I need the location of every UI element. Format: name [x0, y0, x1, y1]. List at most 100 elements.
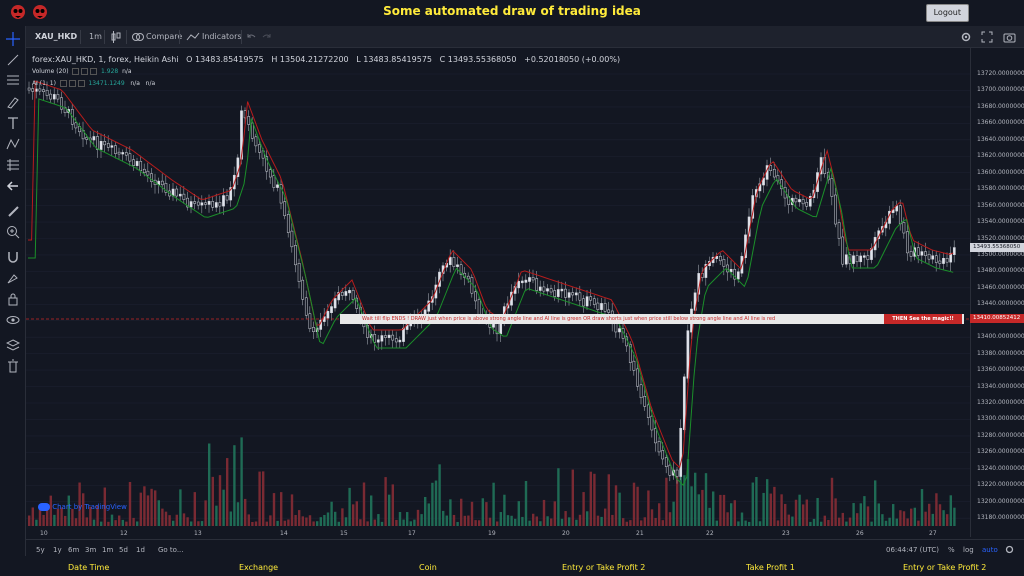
candle-body — [218, 202, 222, 207]
candle-body — [722, 259, 726, 267]
time-tick-label: 12 — [120, 530, 128, 537]
range-1d[interactable]: 1d — [136, 546, 145, 554]
fullscreen-icon[interactable] — [981, 31, 993, 43]
candle-body — [801, 199, 805, 205]
price-axis[interactable]: 13720.00000000 13700.00000000 13680.000000… — [970, 48, 1024, 537]
undo-icon[interactable] — [246, 32, 256, 42]
candle-body — [121, 152, 125, 155]
volume-bar — [586, 511, 589, 526]
candle-body — [585, 296, 589, 307]
magnet-icon[interactable] — [6, 250, 20, 264]
settings-gear-icon[interactable] — [960, 31, 972, 43]
crosshair-icon[interactable] — [6, 32, 20, 46]
time-tick-label: 14 — [280, 530, 288, 537]
volume-bar — [514, 518, 517, 526]
volume-bar — [424, 496, 427, 526]
legend-eye-toggle-icon[interactable] — [59, 80, 67, 87]
candle-body — [146, 170, 150, 176]
legend-ai-value: 13471.1249 — [88, 80, 125, 87]
legend-eye-toggle-icon[interactable] — [72, 68, 80, 75]
percent-toggle[interactable]: % — [948, 546, 955, 554]
legend-volume-label[interactable]: Volume (20) — [32, 68, 69, 75]
candle-body — [207, 201, 211, 205]
arrow-left-icon[interactable] — [6, 179, 20, 193]
layers-icon[interactable] — [6, 338, 20, 352]
volume-bar — [859, 503, 862, 526]
volume-bar — [499, 512, 502, 526]
volume-bar — [416, 509, 420, 526]
eye-icon[interactable] — [6, 313, 20, 327]
price-tick-label: 13340.00000000 — [977, 382, 1024, 390]
log-toggle[interactable]: log — [963, 546, 974, 554]
candle-body — [729, 268, 733, 273]
candle-body — [549, 288, 553, 293]
watermark-text[interactable]: Chart by TradingView — [52, 503, 127, 511]
redo-icon[interactable] — [262, 32, 272, 42]
brush-icon[interactable] — [6, 95, 20, 109]
legend-settings-icon[interactable] — [68, 80, 76, 87]
candle-body — [290, 230, 294, 248]
price-tick-label: 13200.00000000 — [977, 497, 1024, 505]
legend-series-name[interactable]: forex:XAU_HKD, 1, forex, Heikin Ashi — [32, 55, 179, 64]
logout-button[interactable]: Logout — [925, 4, 969, 22]
legend-ai-label[interactable]: AI (1, 1) — [32, 80, 56, 87]
camera-snapshot-icon[interactable] — [1003, 31, 1016, 43]
volume-bar — [820, 521, 823, 526]
zoom-in-icon[interactable] — [6, 225, 20, 239]
symbol-search[interactable]: XAU_HKD — [35, 26, 77, 48]
range-5d[interactable]: 5d — [119, 546, 128, 554]
volume-bar — [528, 520, 531, 526]
candle-body — [56, 94, 60, 100]
candle-body — [272, 175, 276, 188]
lock-drawings-icon[interactable] — [6, 271, 20, 285]
trendline-icon[interactable] — [6, 53, 20, 67]
volume-bar — [179, 489, 182, 526]
range-6m[interactable]: 6m — [68, 546, 79, 554]
volume-bar — [762, 492, 765, 526]
legend-close-icon[interactable] — [77, 80, 85, 87]
time-axis[interactable]: 10 12 13 14 15 17 19 20 21 22 23 26 27 — [26, 527, 970, 539]
volume-bar — [442, 510, 445, 526]
range-5y[interactable]: 5y — [36, 546, 45, 554]
candle-body — [945, 258, 949, 263]
compare-icon[interactable] — [132, 32, 144, 42]
candle-style-icon[interactable] — [111, 31, 121, 43]
legend-settings-icon[interactable] — [81, 68, 89, 75]
volume-bar — [71, 508, 74, 526]
compare-button[interactable]: Compare — [146, 26, 182, 48]
volume-bar — [805, 499, 808, 526]
goto-date-button[interactable]: Go to... — [158, 546, 184, 554]
fib-icon[interactable] — [6, 74, 20, 88]
candle-body — [268, 169, 272, 178]
ruler-icon[interactable] — [6, 204, 20, 218]
data-table-header: Date Time Exchange Coin Entry or Take Pr… — [0, 560, 1024, 576]
range-3m[interactable]: 3m — [85, 546, 96, 554]
settings-gear-icon[interactable] — [1005, 545, 1014, 554]
price-tick-label: 13320.00000000 — [977, 399, 1024, 406]
candle-body — [769, 165, 773, 171]
legend-close-icon[interactable] — [90, 68, 98, 75]
volume-bar — [888, 517, 891, 526]
range-1y[interactable]: 1y — [53, 546, 62, 554]
text-icon[interactable] — [6, 116, 20, 130]
pattern-icon[interactable] — [6, 137, 20, 151]
range-1m[interactable]: 1m — [102, 546, 113, 554]
price-chart[interactable] — [26, 48, 970, 537]
lock-icon[interactable] — [6, 292, 20, 306]
toolbar-divider — [104, 30, 105, 44]
candle-body — [384, 335, 387, 338]
auto-toggle[interactable]: auto — [982, 546, 998, 554]
measure-icon[interactable] — [6, 158, 20, 172]
candle-body — [344, 291, 348, 296]
volume-bar — [589, 471, 592, 526]
volume-bar — [506, 515, 510, 526]
tradingview-watermark[interactable]: Chart by TradingView — [38, 503, 127, 511]
interval-button[interactable]: 1m — [89, 26, 102, 48]
trash-icon[interactable] — [6, 359, 20, 373]
indicators-icon[interactable] — [186, 32, 200, 42]
volume-bar — [791, 516, 794, 526]
volume-bar — [276, 520, 279, 526]
time-tick-label: 19 — [488, 530, 496, 537]
clock-display[interactable]: 06:44:47 (UTC) — [886, 546, 939, 554]
indicators-button[interactable]: Indicators — [202, 26, 242, 48]
